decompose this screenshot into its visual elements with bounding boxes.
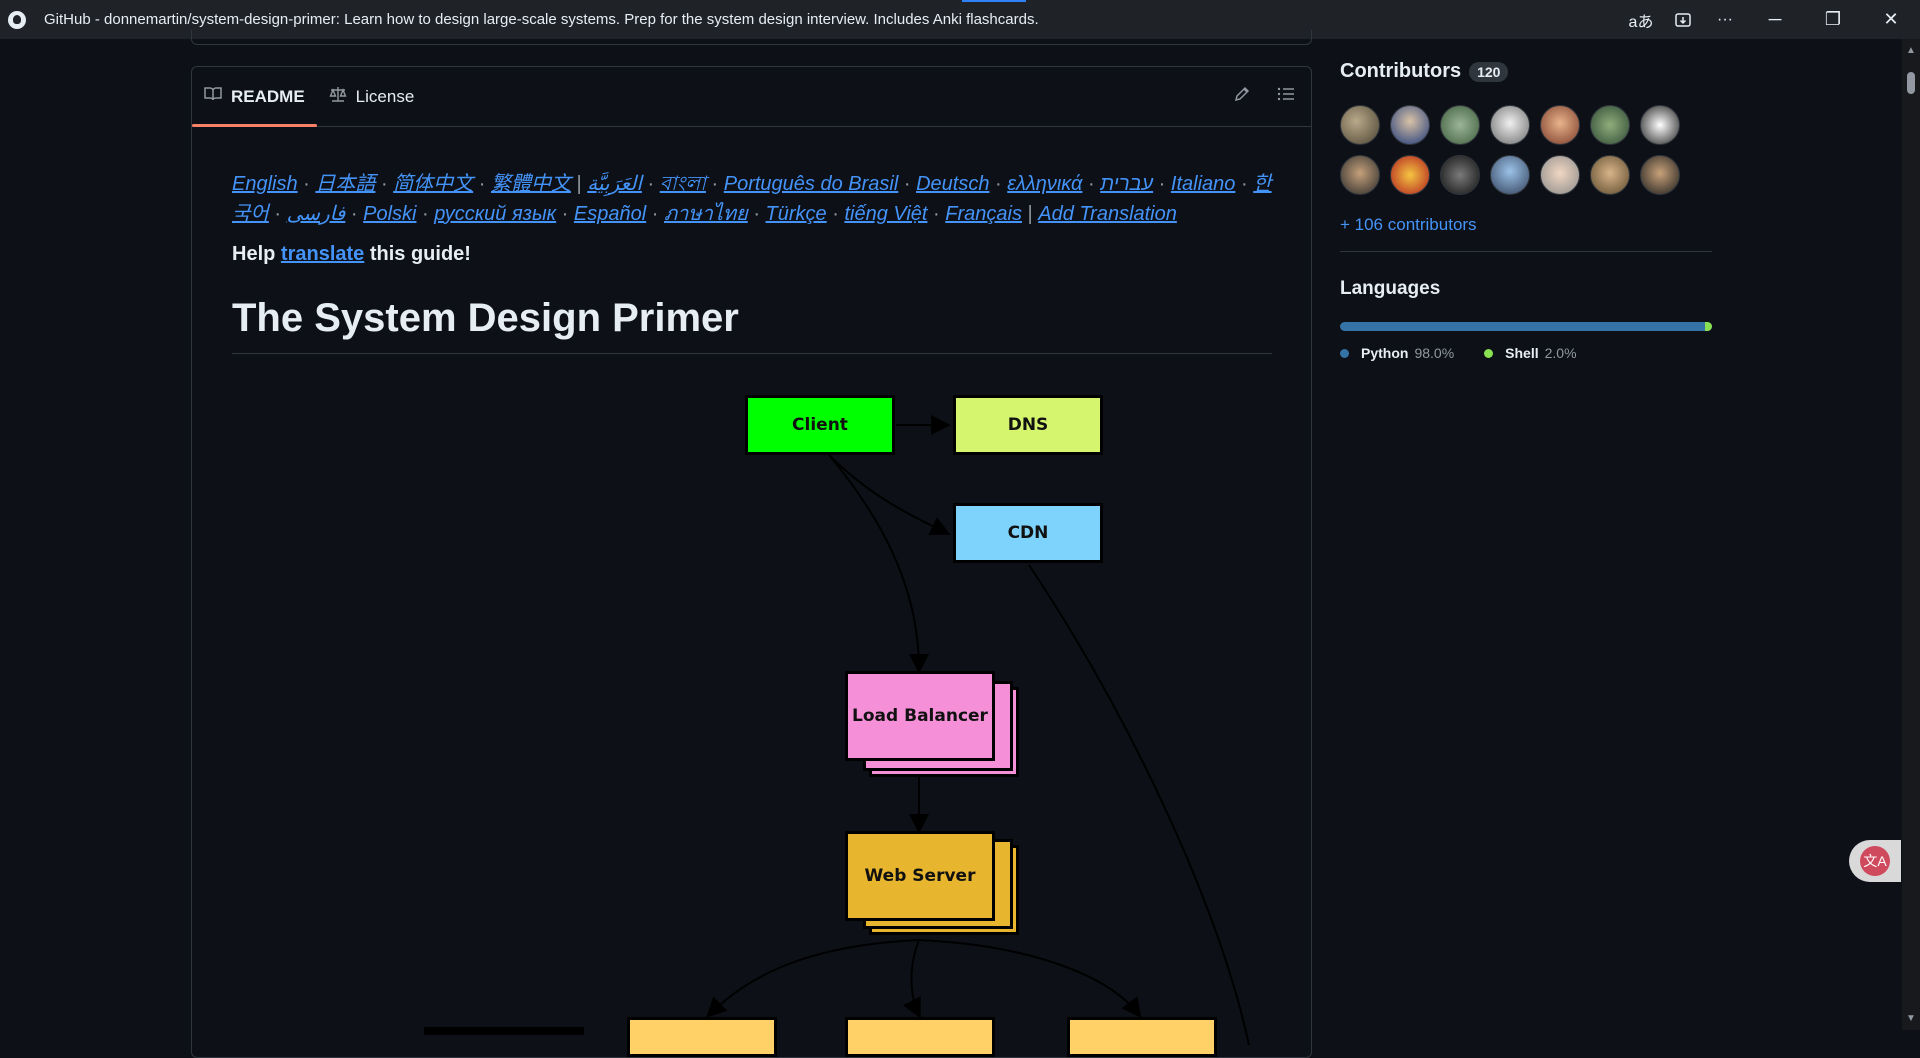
tab-readme[interactable]: README: [192, 67, 317, 127]
lang-link[interactable]: العَرَبِيَّة: [587, 173, 642, 195]
github-logo-icon: [8, 10, 26, 29]
lang-link[interactable]: বাংলা: [660, 173, 706, 195]
contributors-count-badge: 120: [1469, 61, 1509, 82]
language-bar-shell: [1704, 322, 1712, 331]
avatar[interactable]: [1390, 155, 1430, 195]
lang-link[interactable]: русский язык: [434, 203, 556, 225]
lang-link[interactable]: Deutsch: [916, 173, 989, 195]
avatar[interactable]: [1490, 155, 1530, 195]
contributor-avatars: [1340, 105, 1712, 195]
language-percent: 2.0%: [1544, 345, 1577, 361]
tab-license-label: License: [355, 86, 415, 106]
lang-link[interactable]: ภาษาไทย: [664, 203, 748, 225]
contributors-title: Contributors: [1340, 60, 1462, 82]
readme-content: English · 日本語 · 简体中文 · 繁體中文 | العَرَبِيَ…: [232, 169, 1272, 354]
lang-link[interactable]: Português do Brasil: [724, 173, 899, 195]
cdn-node: CDN: [953, 503, 1103, 563]
avatar[interactable]: [1640, 105, 1680, 145]
architecture-diagram: Client DNS CDN Load Balancer Web Server: [229, 385, 1279, 1057]
scroll-up-arrow-icon[interactable]: ▲: [1906, 45, 1916, 56]
help-prefix: Help: [232, 243, 276, 265]
edit-pencil-icon[interactable]: [1233, 85, 1251, 108]
language-bar: [1340, 322, 1712, 331]
language-percent: 98.0%: [1414, 345, 1455, 361]
avatar[interactable]: [1390, 105, 1430, 145]
service-node-middle: [845, 1017, 995, 1057]
lang-link[interactable]: Türkçe: [766, 203, 827, 225]
translation-links: English · 日本語 · 简体中文 · 繁體中文 | العَرَبِيَ…: [232, 173, 1272, 225]
previous-panel-edge: [191, 30, 1312, 45]
language-name: Python: [1361, 345, 1409, 361]
lang-link[interactable]: tiếng Việt: [844, 203, 927, 225]
book-icon: [204, 86, 222, 107]
scale-icon: [329, 86, 347, 107]
client-node: Client: [745, 395, 895, 455]
app-install-icon[interactable]: [1662, 0, 1704, 39]
page-title: The System Design Primer: [232, 296, 1272, 354]
lang-link[interactable]: 简体中文: [393, 173, 473, 195]
languages-heading: Languages: [1340, 278, 1441, 299]
more-options-icon[interactable]: ···: [1704, 0, 1746, 39]
vertical-scrollbar[interactable]: ▲ ▼: [1902, 39, 1920, 1030]
floating-translate-button[interactable]: 文A: [1849, 840, 1901, 882]
avatar[interactable]: [1640, 155, 1680, 195]
service-node-right: [1067, 1017, 1217, 1057]
help-translate: Help translate this guide!: [232, 243, 1272, 266]
python-dot-icon: [1340, 348, 1349, 358]
avatar[interactable]: [1340, 105, 1380, 145]
avatar[interactable]: [1540, 105, 1580, 145]
service-node-left: [627, 1017, 777, 1057]
read-aloud-icon[interactable]: aあ: [1620, 0, 1662, 39]
lang-link[interactable]: Polski: [363, 203, 416, 225]
window-title: GitHub - donnemartin/system-design-prime…: [44, 11, 1039, 28]
dns-node: DNS: [953, 395, 1103, 455]
avatar[interactable]: [1590, 105, 1630, 145]
lang-link[interactable]: 日本語: [315, 173, 375, 195]
lang-link[interactable]: Español: [574, 203, 646, 225]
translate-icon: 文A: [1860, 846, 1890, 876]
add-translation-link[interactable]: Add Translation: [1038, 203, 1177, 225]
translate-link[interactable]: translate: [281, 243, 364, 265]
loading-indicator: [962, 0, 1026, 2]
avatar[interactable]: [1540, 155, 1580, 195]
lang-link[interactable]: עברית: [1100, 173, 1153, 195]
avatar[interactable]: [1590, 155, 1630, 195]
close-button[interactable]: ✕: [1862, 0, 1920, 39]
lang-link[interactable]: English: [232, 173, 298, 195]
tab-readme-label: README: [231, 86, 305, 106]
minimize-button[interactable]: ─: [1746, 0, 1804, 39]
load-balancer-node: Load Balancer: [845, 671, 995, 761]
lang-link[interactable]: Italiano: [1171, 173, 1236, 195]
contributors-heading[interactable]: Contributors 120: [1340, 60, 1712, 83]
scrollbar-thumb[interactable]: [1907, 72, 1915, 94]
language-name: Shell: [1505, 345, 1539, 361]
shell-dot-icon: [1484, 348, 1494, 358]
tab-license[interactable]: License: [317, 67, 427, 126]
readme-tabs: README License: [192, 67, 1311, 127]
avatar[interactable]: [1340, 155, 1380, 195]
restore-button[interactable]: ❐: [1804, 0, 1862, 39]
help-suffix: this guide!: [369, 243, 471, 265]
repo-sidebar: Contributors 120 + 106 contributors Lang…: [1340, 60, 1712, 361]
lang-link[interactable]: ελληνικά: [1007, 173, 1082, 195]
lang-link[interactable]: Français: [945, 203, 1022, 225]
outline-list-icon[interactable]: [1277, 86, 1295, 107]
sidebar-divider: [1340, 251, 1712, 252]
language-list: Python 98.0% Shell 2.0%: [1340, 345, 1712, 361]
more-contributors-link[interactable]: + 106 contributors: [1340, 215, 1712, 235]
web-server-node: Web Server: [845, 831, 995, 921]
lang-link[interactable]: 繁體中文: [491, 173, 571, 195]
diagram-connectors: [424, 415, 1250, 1045]
avatar[interactable]: [1490, 105, 1530, 145]
lang-link[interactable]: فارسی: [287, 203, 346, 225]
language-shell[interactable]: Shell 2.0%: [1484, 345, 1577, 361]
scroll-down-arrow-icon[interactable]: ▼: [1906, 1013, 1916, 1024]
avatar[interactable]: [1440, 155, 1480, 195]
language-python[interactable]: Python 98.0%: [1340, 345, 1454, 361]
avatar[interactable]: [1440, 105, 1480, 145]
